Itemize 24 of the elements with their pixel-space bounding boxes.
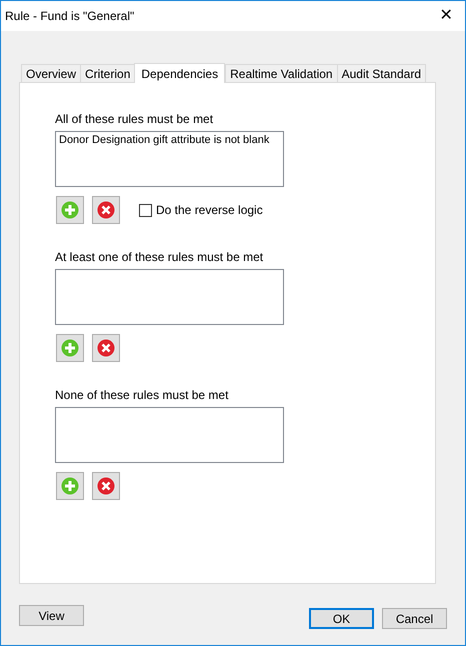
checkbox-label: Do the reverse logic xyxy=(156,202,263,219)
dialog-button[interactable]: OK xyxy=(309,608,374,629)
dialog-button[interactable]: View xyxy=(19,605,84,626)
tab[interactable]: Overview xyxy=(21,64,82,82)
window-title: Rule - Fund is "General" xyxy=(5,8,134,25)
plus-icon xyxy=(61,339,79,357)
close-icon xyxy=(97,201,115,219)
close-button[interactable]: ✕ xyxy=(431,2,461,30)
close-icon xyxy=(97,477,115,495)
list-item[interactable]: Donor Designation gift attribute is not blank xyxy=(59,133,270,148)
remove-button[interactable] xyxy=(92,196,120,224)
dialog-button[interactable]: Cancel xyxy=(382,608,447,629)
plus-icon xyxy=(61,477,79,495)
checkbox[interactable] xyxy=(139,204,152,216)
tab[interactable]: Audit Standard xyxy=(336,64,426,82)
section-label: At least one of these rules must be met xyxy=(55,249,264,265)
close-icon xyxy=(97,339,115,357)
remove-button[interactable] xyxy=(92,334,120,362)
section-label: All of these rules must be met xyxy=(55,111,214,127)
section-label: None of these rules must be met xyxy=(55,387,230,403)
tab[interactable]: Realtime Validation xyxy=(225,64,338,82)
plus-icon xyxy=(61,201,79,219)
tab[interactable]: Dependencies xyxy=(134,63,226,83)
remove-button[interactable] xyxy=(92,472,120,500)
